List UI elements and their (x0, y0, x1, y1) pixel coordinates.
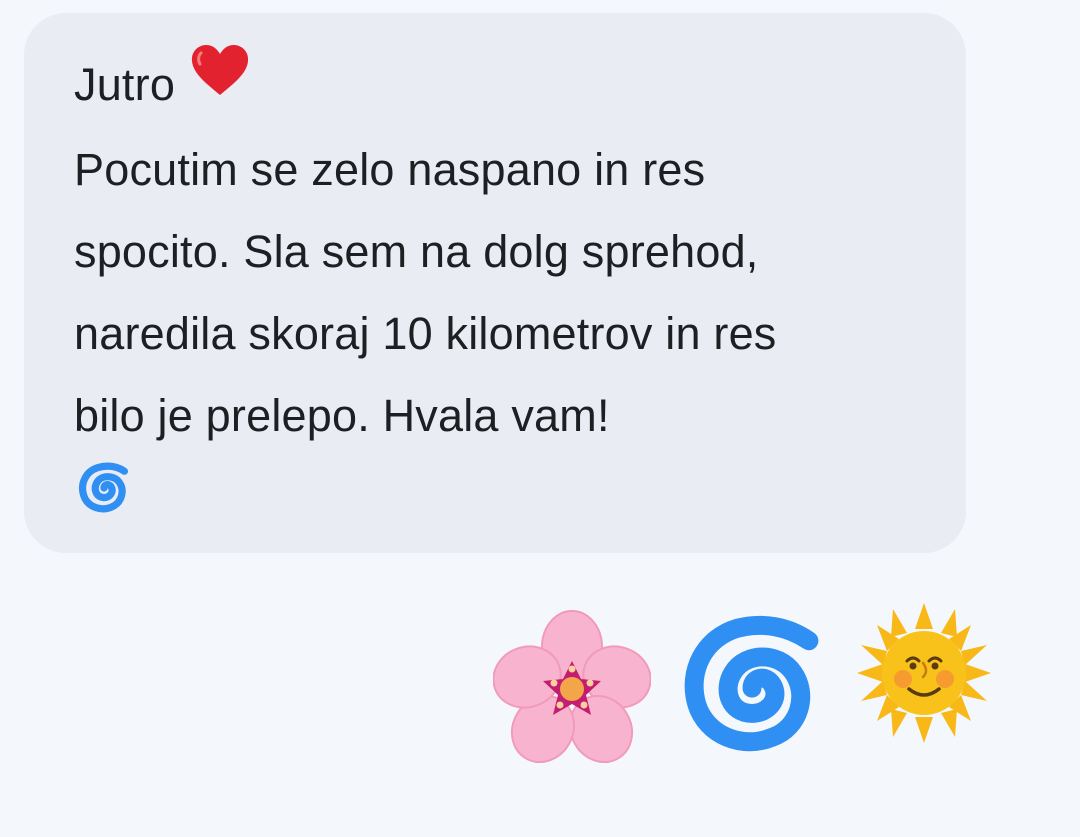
cherry-blossom-icon[interactable] (492, 609, 652, 768)
reaction-emojis (0, 0, 1080, 837)
sun-with-face-icon[interactable] (857, 603, 991, 748)
cyclone-icon[interactable] (673, 605, 831, 770)
